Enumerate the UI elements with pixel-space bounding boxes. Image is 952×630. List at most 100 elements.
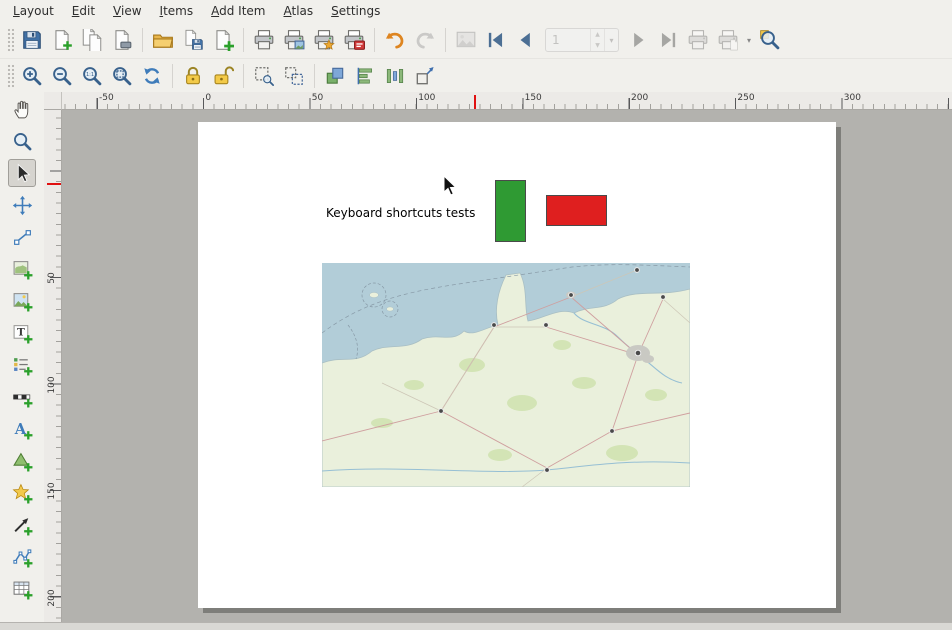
menu-view[interactable]: View (104, 1, 150, 21)
add-label-icon: T (12, 323, 33, 344)
horizontal-scrollbar[interactable] (0, 622, 952, 630)
menu-items[interactable]: Items (151, 1, 203, 21)
menu-settings[interactable]: Settings (322, 1, 389, 21)
green-rectangle-item[interactable] (495, 180, 526, 242)
v-ruler-label: 150 (47, 482, 57, 499)
spin-buttons[interactable]: ▲ ▼ (590, 29, 604, 51)
zoom-out-icon (51, 65, 73, 87)
lock-items-button[interactable] (178, 62, 208, 90)
menu-layout[interactable]: Layout (4, 1, 63, 21)
add-legend-button[interactable] (8, 351, 36, 379)
distribute-icon (384, 65, 406, 87)
add-node-item-icon (12, 547, 33, 568)
atlas-page-spinbox[interactable]: ▲ ▼ ▾ (545, 28, 619, 52)
edit-nodes-icon (12, 227, 33, 248)
map-item[interactable] (322, 263, 690, 487)
toolbar-separator (142, 28, 143, 52)
vertical-ruler[interactable]: 50100150200 (44, 110, 62, 622)
add-pages-button[interactable] (208, 26, 238, 54)
add-marker-button[interactable] (8, 479, 36, 507)
zoom-tool-button[interactable] (8, 127, 36, 155)
atlas-first-button[interactable] (481, 26, 511, 54)
layout-canvas[interactable]: Keyboard shortcuts tests (62, 110, 952, 622)
menu-edit[interactable]: Edit (63, 1, 104, 21)
add-label-button[interactable]: T (8, 319, 36, 347)
export-atlas-button[interactable] (713, 26, 743, 54)
print-button[interactable] (249, 26, 279, 54)
mouse-cursor (443, 176, 459, 198)
add-map-button[interactable] (8, 255, 36, 283)
add-scalebar-button[interactable] (8, 383, 36, 411)
undo-button[interactable] (380, 26, 410, 54)
horizontal-ruler[interactable]: -50050100150200250300 (62, 92, 952, 110)
load-template-icon (152, 29, 174, 51)
move-content-button[interactable] (8, 191, 36, 219)
add-shape-button[interactable] (8, 447, 36, 475)
select-move-item-button[interactable] (8, 159, 36, 187)
h-ruler-label: -50 (99, 93, 114, 103)
export-atlas-dropdown-icon[interactable]: ▾ (743, 28, 755, 52)
export-svg-button[interactable] (309, 26, 339, 54)
svg-text:T: T (17, 326, 25, 338)
add-arrow-button[interactable] (8, 511, 36, 539)
add-marker-icon (12, 483, 33, 504)
page-text-label[interactable]: Keyboard shortcuts tests (326, 206, 475, 220)
v-ruler-label: 50 (47, 272, 57, 283)
align-items-button[interactable] (350, 62, 380, 90)
atlas-prev-button[interactable] (511, 26, 541, 54)
toolbar-drag-handle[interactable] (7, 64, 14, 88)
add-table-button[interactable] (8, 575, 36, 603)
red-rectangle-item[interactable] (546, 195, 607, 226)
export-pdf-button[interactable] (339, 26, 369, 54)
add-node-item-button[interactable] (8, 543, 36, 571)
duplicate-layout-button[interactable] (77, 26, 107, 54)
zoom-in-button[interactable] (17, 62, 47, 90)
refresh-button[interactable] (137, 62, 167, 90)
pan-tool-button[interactable] (8, 95, 36, 123)
redo-button[interactable] (410, 26, 440, 54)
zoom-actual-button[interactable]: 1:1 (77, 62, 107, 90)
group-items-button[interactable] (249, 62, 279, 90)
print-icon (253, 29, 275, 51)
save-template-button[interactable] (178, 26, 208, 54)
print-atlas-button[interactable] (683, 26, 713, 54)
resize-items-button[interactable] (410, 62, 440, 90)
add-north-arrow-button[interactable]: A (8, 415, 36, 443)
load-template-button[interactable] (148, 26, 178, 54)
unlock-items-button[interactable] (208, 62, 238, 90)
menubar: LayoutEditViewItemsAdd ItemAtlasSettings (0, 0, 952, 22)
distribute-items-button[interactable] (380, 62, 410, 90)
select-cursor-icon (12, 163, 33, 184)
export-atlas-icon (717, 29, 739, 51)
export-image-button[interactable] (279, 26, 309, 54)
atlas-page-input[interactable] (546, 30, 590, 50)
menu-atlas[interactable]: Atlas (274, 1, 322, 21)
atlas-settings-button[interactable] (755, 26, 785, 54)
atlas-preview-button[interactable] (451, 26, 481, 54)
h-ruler-label: 250 (737, 93, 754, 103)
spin-down-icon[interactable]: ▼ (591, 40, 604, 51)
layout-view: -50050100150200250300 50100150200 Keyboa… (44, 92, 952, 622)
v-ruler-label: 200 (47, 589, 57, 606)
ungroup-items-button[interactable] (279, 62, 309, 90)
spin-dropdown-icon[interactable]: ▾ (604, 29, 618, 51)
add-picture-button[interactable] (8, 287, 36, 315)
save-project-button[interactable] (17, 26, 47, 54)
spin-up-icon[interactable]: ▲ (591, 29, 604, 40)
pan-hand-icon (12, 99, 33, 120)
h-ruler-label: 300 (844, 93, 861, 103)
new-layout-button[interactable] (47, 26, 77, 54)
atlas-next-button[interactable] (623, 26, 653, 54)
h-ruler-label: 150 (525, 93, 542, 103)
zoom-full-button[interactable] (107, 62, 137, 90)
zoom-out-button[interactable] (47, 62, 77, 90)
atlas-last-button[interactable] (653, 26, 683, 54)
menu-add-item[interactable]: Add Item (202, 1, 274, 21)
atlas-first-icon (485, 29, 507, 51)
raise-items-button[interactable] (320, 62, 350, 90)
toolbar-drag-handle[interactable] (7, 28, 14, 52)
layout-manager-button[interactable] (107, 26, 137, 54)
toolbar-separator (243, 28, 244, 52)
edit-nodes-button[interactable] (8, 223, 36, 251)
layout-page[interactable]: Keyboard shortcuts tests (198, 122, 836, 608)
